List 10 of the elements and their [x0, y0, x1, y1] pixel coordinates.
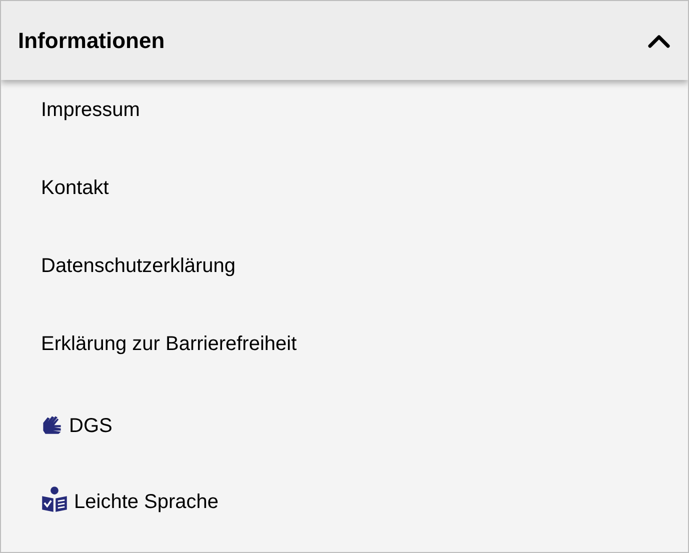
menu-link[interactable]: Kontakt [41, 176, 109, 254]
menu-link[interactable]: Impressum [41, 98, 140, 176]
menu-link[interactable]: Datenschutzerklärung [41, 254, 236, 332]
menu-link[interactable]: Erklärung zur Barrierefreiheit [41, 332, 297, 410]
section-header[interactable]: Informationen [1, 1, 688, 80]
menu-link[interactable]: Leichte Sprache [41, 490, 219, 552]
menu-link[interactable]: DGS [41, 410, 112, 490]
reading-person-icon [41, 486, 68, 513]
section-title: Informationen [18, 28, 165, 54]
chevron-up-icon [648, 34, 670, 48]
